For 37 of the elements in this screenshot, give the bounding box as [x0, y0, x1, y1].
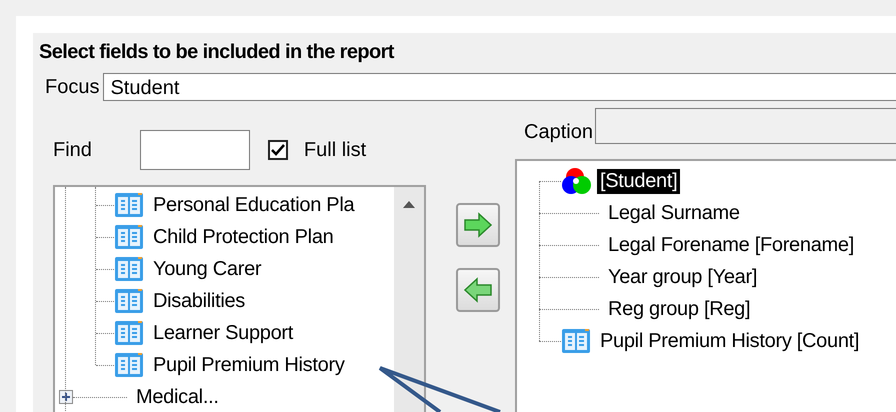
tree-item[interactable]: Pupil Premium History [Count]: [597, 328, 862, 354]
dialog-title: Select fields to be included in the report: [38, 40, 396, 65]
scrollbar[interactable]: [394, 187, 424, 412]
table-icon: [561, 328, 591, 354]
tree-item[interactable]: Disabilities: [150, 288, 248, 314]
expand-icon[interactable]: [59, 390, 73, 404]
table-icon: [114, 256, 144, 282]
table-icon: [114, 288, 144, 314]
tree-item[interactable]: Medical...: [133, 384, 222, 410]
right-arrow-icon: [462, 212, 492, 238]
left-arrow-icon: [462, 277, 492, 303]
tree-item[interactable]: Learner Support: [150, 320, 296, 346]
table-icon: [114, 320, 144, 346]
find-field[interactable]: [140, 130, 250, 170]
tree-item[interactable]: [Student]: [597, 168, 680, 194]
find-label: Find: [53, 138, 92, 162]
tree-item[interactable]: Child Protection Plan: [150, 224, 336, 250]
add-field-button[interactable]: [456, 203, 500, 247]
student-icon: [561, 166, 593, 196]
tree-item[interactable]: Personal Education Pla: [150, 192, 358, 218]
table-icon: [114, 224, 144, 250]
tree-item[interactable]: Year group [Year]: [605, 264, 760, 290]
caption-field[interactable]: [594, 108, 896, 144]
tree-item[interactable]: Legal Surname: [605, 200, 743, 226]
focus-label: Focus: [45, 76, 100, 98]
table-icon: [114, 352, 144, 378]
tree-item[interactable]: Young Carer: [150, 256, 264, 282]
tree-item[interactable]: Legal Forename [Forename]: [605, 232, 857, 258]
caption-label: Caption: [524, 121, 593, 144]
scroll-up-icon[interactable]: [403, 201, 415, 208]
tree-item[interactable]: Pupil Premium History: [150, 352, 348, 378]
remove-field-button[interactable]: [456, 268, 500, 312]
table-icon: [114, 192, 144, 218]
full-list-label: Full list: [304, 138, 366, 162]
focus-field[interactable]: Student: [103, 73, 896, 101]
tree-item[interactable]: Reg group [Reg]: [605, 296, 754, 322]
full-list-checkbox[interactable]: [268, 140, 288, 160]
